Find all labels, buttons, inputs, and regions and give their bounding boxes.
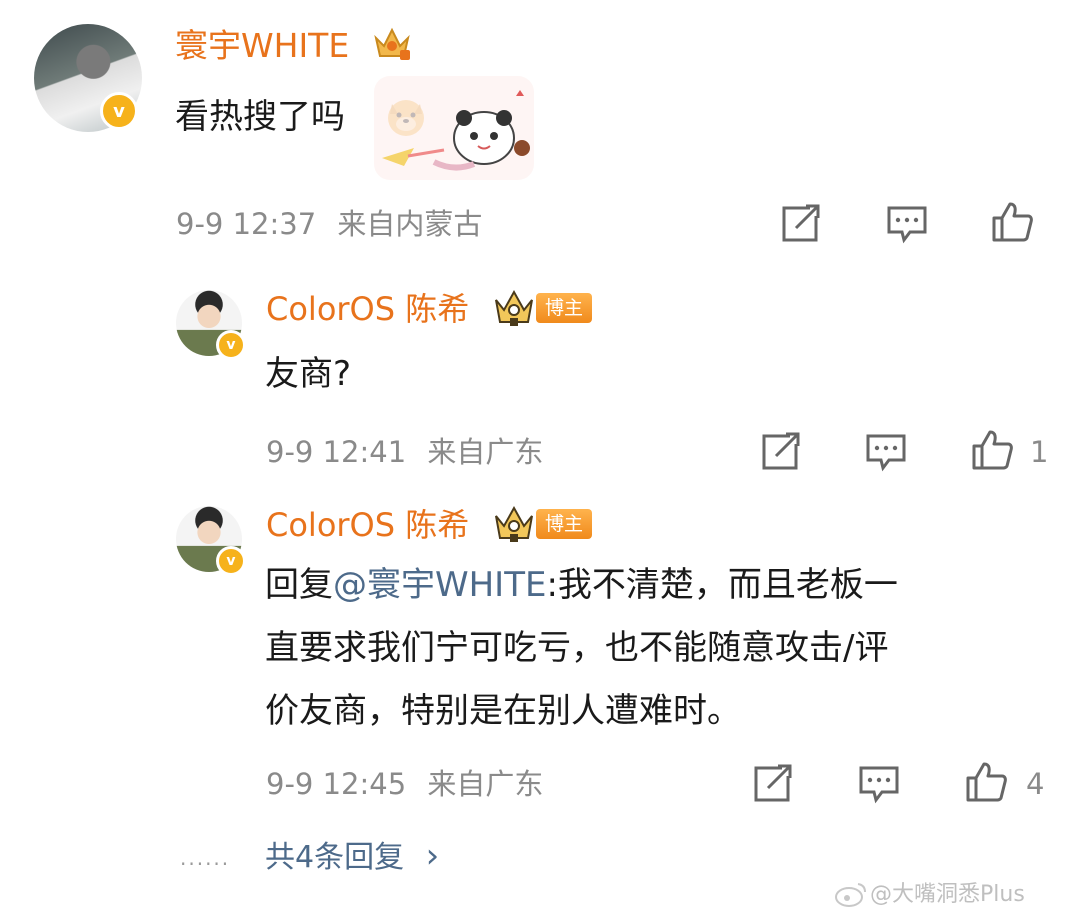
avatar-coloros-1[interactable]: v: [176, 290, 246, 360]
reply-location: 来自广东: [427, 767, 544, 801]
like-icon[interactable]: [990, 200, 1034, 244]
like-count: 1: [1030, 435, 1049, 469]
watermark-text: @大嘴洞悉Plus: [870, 882, 1025, 907]
reply-text-line2: 直要求我们宁可吃亏，也不能随意攻击/评: [265, 628, 889, 668]
crown-level-icon: [492, 504, 536, 544]
reply-username[interactable]: ColorOS 陈希: [266, 505, 469, 545]
comment-username[interactable]: 寰宇WHITE: [175, 26, 349, 66]
reply-location: 来自广东: [427, 435, 544, 469]
share-icon[interactable]: [760, 432, 802, 472]
share-icon[interactable]: [780, 204, 822, 244]
comment-time: 9-9 12:37: [176, 207, 317, 241]
comment-text-content: 看热搜了吗: [175, 97, 345, 137]
crown-level-icon: [372, 24, 412, 62]
reply-text: 友商?: [265, 354, 352, 394]
comment-icon[interactable]: [886, 204, 928, 244]
like-icon[interactable]: [964, 760, 1008, 804]
more-replies-ellipsis: ......: [180, 846, 231, 870]
avatar-coloros-2[interactable]: v: [176, 506, 246, 576]
share-icon[interactable]: [752, 764, 794, 804]
reply-meta: 9-9 12:45 来自广东: [266, 764, 543, 804]
comment-icon[interactable]: [858, 764, 900, 804]
crown-level-icon: [492, 288, 536, 328]
reply-text-line3: 价友商，特别是在别人遭难时。: [265, 691, 741, 731]
panda-sticker-icon: [374, 76, 534, 180]
comment-location: 来自内蒙古: [337, 207, 483, 241]
weibo-logo-icon: [834, 880, 868, 908]
reply-text-line1: 回复@寰宇WHITE:我不清楚，而且老板一: [265, 563, 898, 607]
host-badge: 博主: [536, 293, 593, 323]
comment-icon[interactable]: [865, 432, 907, 472]
reply-username[interactable]: ColorOS 陈希: [266, 289, 469, 329]
chevron-right-icon: ›: [425, 836, 440, 876]
avatar-huanyu[interactable]: v: [34, 24, 142, 132]
reply-time: 9-9 12:45: [266, 767, 407, 801]
view-all-replies-link[interactable]: 共4条回复 ›: [265, 836, 439, 878]
reply-prefix: 回复: [265, 565, 333, 605]
view-all-replies-label: 共4条回复: [265, 840, 405, 875]
reply-meta: 9-9 12:41 来自广东: [266, 432, 543, 472]
host-badge: 博主: [536, 509, 593, 539]
verified-badge-icon: v: [216, 330, 246, 360]
like-icon[interactable]: [970, 428, 1014, 472]
mention-link[interactable]: @寰宇WHITE: [333, 565, 546, 605]
reply-text-part: :我不清楚，而且老板一: [546, 565, 898, 605]
comment-meta: 9-9 12:37 来自内蒙古: [176, 204, 482, 244]
verified-badge-icon: v: [216, 546, 246, 576]
verified-badge-icon: v: [100, 92, 138, 130]
like-count: 4: [1026, 767, 1045, 801]
comment-text: 看热搜了吗: [175, 95, 345, 139]
reply-time: 9-9 12:41: [266, 435, 407, 469]
